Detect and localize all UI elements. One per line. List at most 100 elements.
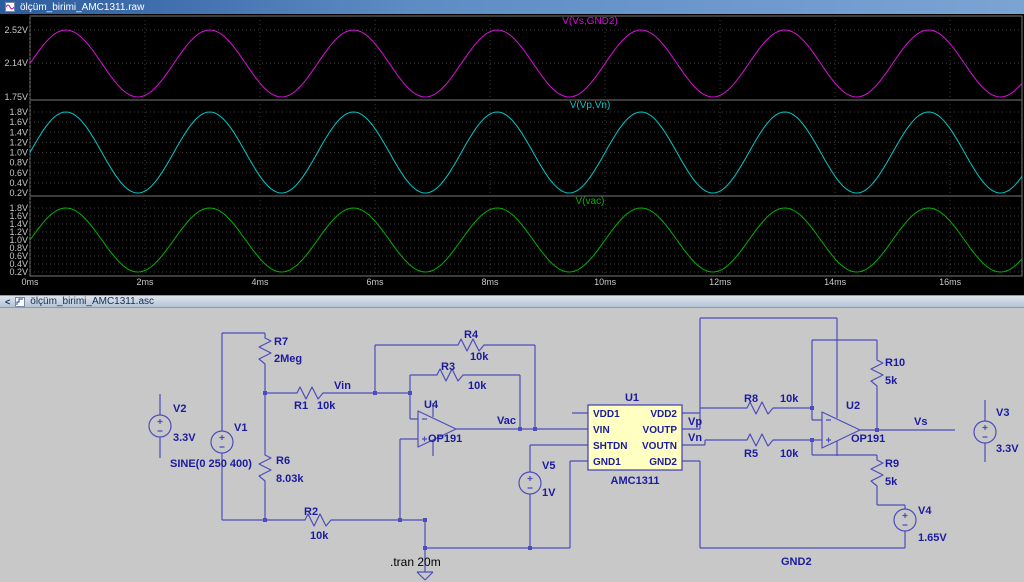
component-R7[interactable]: R7 2Meg (258, 332, 302, 370)
component-U1[interactable]: U1 AMC1311 VDD1 VIN SHTDN GND1 VDD2 VOUT… (587, 392, 683, 487)
component-value[interactable]: 1V (542, 487, 556, 499)
y-tick-label: 2.52V (4, 25, 28, 35)
component-value[interactable]: 10k (468, 380, 487, 392)
spice-directive[interactable]: .tran 20m (390, 555, 441, 569)
x-tick-label: 14ms (824, 277, 847, 287)
component-name[interactable]: V1 (234, 422, 247, 434)
plot-window-title: ölçüm_birimi_AMC1311.raw (20, 1, 145, 13)
y-tick-label: 0.4V (9, 178, 28, 188)
component-V5[interactable]: V5 1V (518, 460, 556, 499)
waveform-plot-area[interactable]: 0ms 2ms 4ms 6ms 8ms 10ms 12ms 14ms 16ms 2.52V 2.14… (0, 14, 1024, 295)
component-value[interactable]: 10k (470, 351, 489, 363)
component-R1[interactable]: R1 10k (291, 386, 336, 412)
component-R9[interactable]: R9 5k (870, 454, 899, 492)
component-value[interactable]: 8.03k (276, 473, 304, 485)
waveform-window-icon (5, 2, 15, 12)
component-value[interactable]: 10k (310, 530, 329, 542)
component-R5[interactable]: R5 10k (741, 433, 799, 460)
net-label-vp[interactable]: Vp (688, 416, 702, 428)
component-value[interactable]: SINE(0 250 400) (170, 458, 252, 470)
component-name[interactable]: R6 (276, 455, 290, 467)
collapse-chevron-icon[interactable]: < (5, 297, 10, 307)
component-value[interactable]: 5k (885, 375, 898, 387)
trace-label[interactable]: V(vac) (576, 196, 605, 207)
component-name[interactable]: R1 (294, 400, 308, 412)
y-tick-label: 2.14V (4, 58, 28, 68)
plot-border (29, 15, 1023, 277)
component-R8[interactable]: R8 10k (741, 393, 799, 415)
component-V4[interactable]: V4 1.65V (893, 505, 947, 544)
component-name[interactable]: R9 (885, 458, 899, 470)
component-U4[interactable]: U4 OP191 (417, 399, 462, 448)
component-value[interactable]: OP191 (851, 433, 885, 445)
component-U2[interactable]: U2 OP191 (821, 400, 885, 449)
x-tick-label: 2ms (137, 277, 155, 287)
component-value[interactable]: AMC1311 (611, 475, 660, 487)
y-tick-label: 0.6V (9, 168, 28, 178)
component-name[interactable]: R3 (441, 361, 455, 373)
pin-label-voutp: VOUTP (643, 425, 678, 436)
x-tick-label: 10ms (594, 277, 617, 287)
component-value[interactable]: 2Meg (274, 353, 302, 365)
component-R4[interactable]: R4 10k (452, 329, 490, 363)
component-name[interactable]: R8 (744, 393, 758, 405)
pin-label-vin: VIN (593, 425, 610, 436)
pin-label-gnd2: GND2 (649, 457, 677, 468)
x-tick-label: 8ms (482, 277, 500, 287)
component-name[interactable]: R7 (274, 336, 288, 348)
component-name[interactable]: R4 (464, 329, 479, 341)
net-label-vs[interactable]: Vs (914, 416, 927, 428)
x-tick-label: 6ms (367, 277, 385, 287)
component-name[interactable]: U4 (424, 399, 439, 411)
x-tick-label: 0ms (21, 277, 39, 287)
component-value[interactable]: 5k (885, 476, 898, 488)
schematic-window-titlebar[interactable]: < ölçüm_birimi_AMC1311.asc (0, 295, 1024, 308)
x-tick-label: 12ms (709, 277, 732, 287)
y-tick-label: 1.6V (9, 117, 28, 127)
wire-net-right[interactable] (682, 317, 986, 549)
component-name[interactable]: V3 (996, 407, 1009, 419)
component-value[interactable]: 10k (780, 393, 799, 405)
y-tick-label: 0.2V (9, 188, 28, 198)
net-label-vin[interactable]: Vin (334, 380, 351, 392)
y-tick-label: 1.8V (9, 107, 28, 117)
pin-label-voutn: VOUTN (642, 441, 677, 452)
component-name[interactable]: R5 (744, 448, 758, 460)
component-value[interactable]: 3.3V (173, 432, 196, 444)
component-V2[interactable]: V2 3.3V (148, 403, 196, 444)
ground-symbol[interactable] (416, 571, 434, 581)
y-tick-label: 1.75V (4, 92, 28, 102)
component-name[interactable]: U2 (846, 400, 860, 412)
plot-window-titlebar[interactable]: ölçüm_birimi_AMC1311.raw (0, 0, 1024, 14)
y-tick-label: 0.8V (9, 158, 28, 168)
component-value[interactable]: 10k (317, 400, 336, 412)
net-label-vn[interactable]: Vn (688, 432, 702, 444)
component-name[interactable]: R10 (885, 357, 905, 369)
trace-label[interactable]: V(Vp,Vn) (570, 100, 611, 111)
component-name[interactable]: R2 (304, 506, 318, 518)
component-name[interactable]: V4 (918, 505, 932, 517)
y-tick-label: 1.4V (9, 127, 28, 137)
component-R6[interactable]: R6 8.03k (258, 449, 304, 487)
component-value[interactable]: 10k (780, 448, 799, 460)
component-value[interactable]: 1.65V (918, 532, 947, 544)
component-name[interactable]: V2 (173, 403, 186, 415)
component-R2[interactable]: R2 10k (299, 506, 337, 542)
y-tick-label: 1.0V (9, 148, 28, 158)
component-V1[interactable]: V1 SINE(0 250 400) (170, 422, 252, 470)
y-tick-label: 1.2V (9, 137, 28, 147)
component-name[interactable]: V5 (542, 460, 555, 472)
component-R10[interactable]: R10 5k (870, 354, 905, 392)
net-label-gnd2[interactable]: GND2 (781, 556, 812, 568)
y-tick-label: 0.2V (9, 267, 28, 277)
net-label-vac[interactable]: Vac (497, 415, 516, 427)
component-R3[interactable]: R3 10k (431, 361, 487, 392)
component-name[interactable]: U1 (625, 392, 639, 404)
pin-label-vdd1: VDD1 (593, 409, 620, 420)
component-value[interactable]: 3.3V (996, 443, 1019, 455)
x-tick-label: 4ms (252, 277, 270, 287)
component-V3[interactable]: V3 3.3V (973, 407, 1019, 455)
component-value[interactable]: OP191 (428, 433, 462, 445)
trace-label[interactable]: V(Vs,GND2) (562, 16, 618, 27)
schematic-canvas[interactable]: V2 3.3V V1 SINE(0 250 400) V5 1V V4 1.65… (0, 308, 1024, 582)
